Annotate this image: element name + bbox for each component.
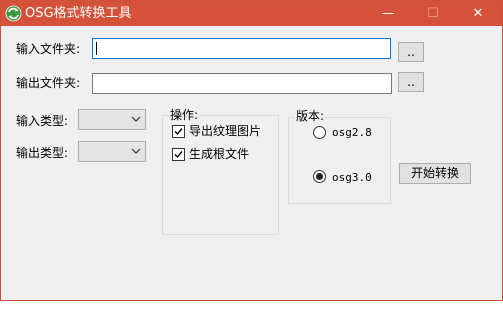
input-folder-label: 输入文件夹: — [16, 42, 81, 56]
chevron-down-icon — [131, 116, 141, 122]
start-convert-button[interactable]: 开始转换 — [399, 163, 471, 184]
output-folder-label: 输出文件夹: — [16, 76, 81, 90]
version-group-title: 版本: — [295, 109, 326, 123]
radio-osg28-label[interactable]: osg2.8 — [332, 125, 372, 141]
export-textures-checkbox[interactable] — [172, 125, 185, 138]
output-folder-field[interactable] — [92, 73, 392, 94]
input-type-label: 输入类型: — [16, 114, 69, 128]
title-bar: OSG格式转换工具 — ☐ ✕ — [1, 1, 502, 26]
window-title: OSG格式转换工具 — [25, 6, 132, 21]
radio-osg30[interactable] — [313, 170, 326, 183]
checkmark-icon — [174, 128, 183, 136]
input-type-select[interactable] — [78, 109, 146, 130]
input-folder-field[interactable] — [92, 38, 391, 59]
browse-input-button[interactable]: .. — [398, 42, 424, 62]
radio-selected-dot — [316, 173, 323, 180]
radio-osg28[interactable] — [313, 126, 326, 139]
radio-osg30-label[interactable]: osg3.0 — [332, 170, 372, 186]
export-textures-label[interactable]: 导出纹理图片 — [189, 123, 261, 139]
close-button[interactable]: ✕ — [456, 1, 500, 26]
browse-output-button[interactable]: .. — [398, 72, 424, 92]
checkmark-icon — [174, 151, 183, 159]
minimize-button[interactable]: — — [366, 1, 410, 26]
convert-app-icon — [5, 5, 22, 22]
chevron-down-icon — [131, 148, 141, 154]
maximize-button[interactable]: ☐ — [411, 1, 455, 26]
operations-group-title: 操作: — [169, 108, 200, 122]
output-type-select[interactable] — [78, 141, 146, 162]
generate-root-label[interactable]: 生成根文件 — [189, 146, 249, 162]
text-caret — [96, 42, 97, 55]
generate-root-checkbox[interactable] — [172, 148, 185, 161]
app-window: OSG格式转换工具 — ☐ ✕ 输入文件夹: .. 输出文件夹: .. 输入类型… — [0, 0, 503, 301]
output-type-label: 输出类型: — [16, 146, 69, 160]
